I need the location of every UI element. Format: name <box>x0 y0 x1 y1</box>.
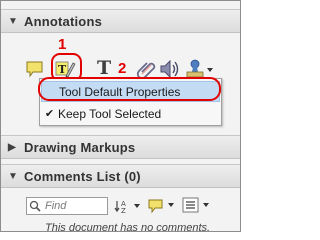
collapse-arrow-icon: ▼ <box>8 15 18 27</box>
filter-comments-icon[interactable] <box>147 197 177 214</box>
sort-comments-icon[interactable]: A Z <box>114 198 142 214</box>
drawing-markups-title: Drawing Markups <box>24 139 136 155</box>
callout-number-one: 1 <box>58 36 67 53</box>
comment-pane: ▼ Annotations T T 1 2 Tool Default Prope… <box>0 0 241 232</box>
find-placeholder: Find <box>45 200 67 212</box>
callout-number-two: 2 <box>118 60 127 77</box>
no-comments-message: This document has no comments. <box>45 222 211 232</box>
callout-circle-two <box>38 77 221 101</box>
sticky-note-icon[interactable] <box>25 59 45 79</box>
find-search-field[interactable]: Find <box>26 197 108 215</box>
annotations-header[interactable]: ▼ Annotations <box>1 9 240 33</box>
comments-list-header[interactable]: ▼ Comments List (0) <box>1 164 240 188</box>
collapse-arrow-icon: ▼ <box>8 170 18 182</box>
svg-text:Z: Z <box>121 207 126 214</box>
comments-list-title: Comments List (0) <box>24 168 141 184</box>
menu-item-label: Keep Tool Selected <box>58 106 162 121</box>
text-box-icon[interactable]: T <box>97 57 111 79</box>
menu-item-keep-tool-selected[interactable]: ✔ Keep Tool Selected <box>41 103 220 124</box>
checkmark-icon: ✔ <box>44 108 55 120</box>
expand-arrow-icon: ▶ <box>8 141 16 153</box>
options-menu-icon[interactable] <box>182 197 212 214</box>
search-icon <box>29 200 41 212</box>
drawing-markups-header[interactable]: ▶ Drawing Markups <box>1 135 240 159</box>
annotations-title: Annotations <box>24 13 103 29</box>
